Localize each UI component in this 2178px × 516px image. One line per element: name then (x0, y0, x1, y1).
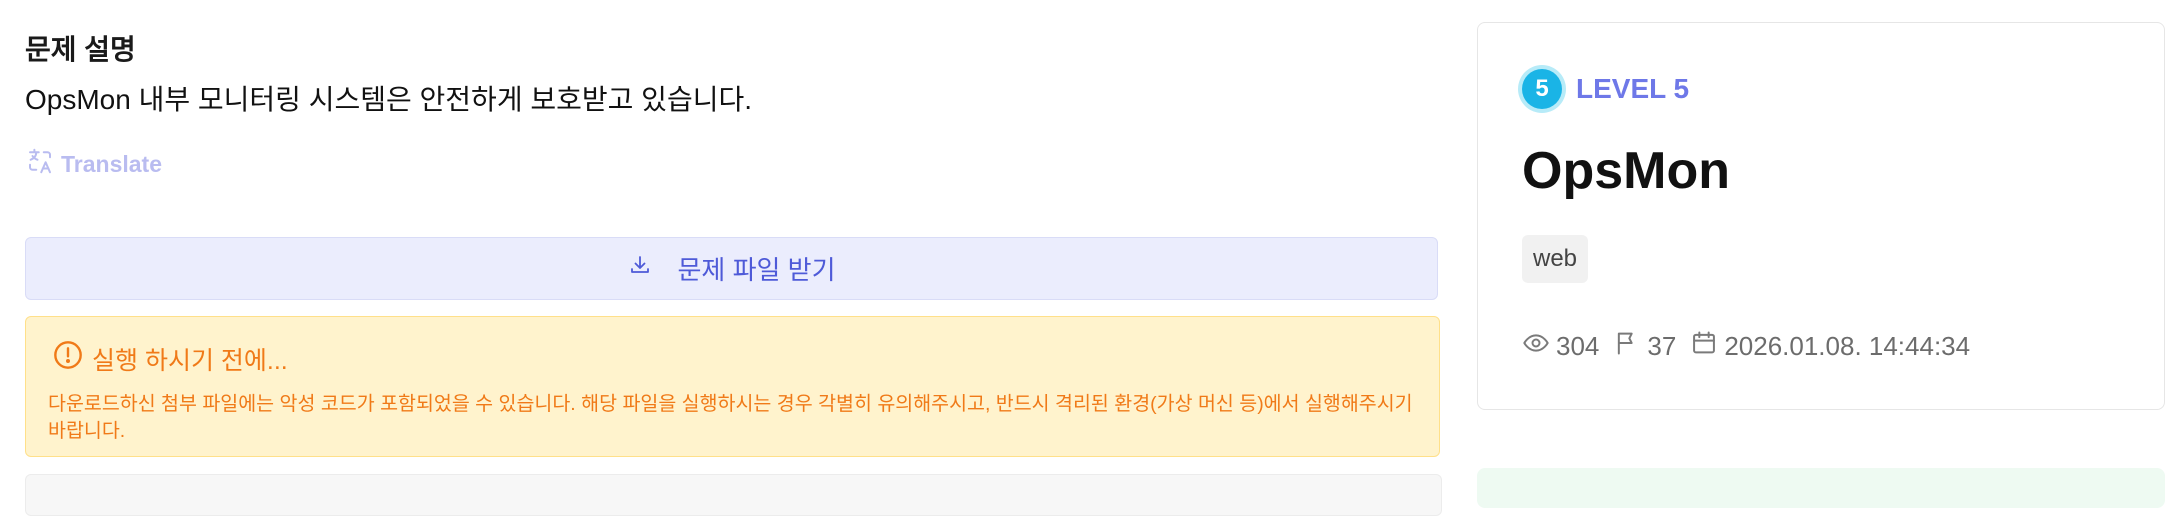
warning-title: 실행 하시기 전에... (92, 346, 288, 375)
flag-icon (1613, 329, 1641, 364)
challenge-meta: 304 37 2026.01.08. 14:44:34 (1522, 329, 1984, 364)
translate-icon (25, 146, 55, 182)
level-label: LEVEL 5 (1576, 73, 1690, 104)
section-title: 문제 설명 (25, 34, 136, 65)
date-stat: 2026.01.08. 14:44:34 (1690, 329, 1970, 364)
solves-count: 37 (1647, 331, 1677, 361)
alert-circle-icon (52, 339, 84, 378)
download-file-button[interactable]: 문제 파일 받기 (25, 237, 1438, 300)
created-date: 2026.01.08. 14:44:34 (1724, 331, 1971, 361)
translate-button[interactable]: Translate (25, 146, 162, 182)
download-icon (628, 253, 652, 284)
warning-title-row: 실행 하시기 전에... (52, 339, 288, 378)
solves-stat: 37 (1613, 329, 1676, 364)
challenge-info-card: 5 LEVEL 5 OpsMon web 304 37 2026.01.08. … (1477, 22, 2165, 410)
next-section-box (25, 474, 1442, 516)
level-row: 5 LEVEL 5 (1522, 69, 1689, 109)
level-badge: 5 (1522, 69, 1562, 109)
calendar-icon (1690, 329, 1718, 364)
download-label: 문제 파일 받기 (677, 255, 836, 285)
problem-description: OpsMon 내부 모니터링 시스템은 안전하게 보호받고 있습니다. (25, 84, 752, 115)
category-tag[interactable]: web (1522, 235, 1589, 283)
translate-label: Translate (61, 150, 162, 177)
warning-box: 실행 하시기 전에... 다운로드하신 첨부 파일에는 악성 코드가 포함되었을… (25, 316, 1440, 457)
eye-icon (1522, 329, 1550, 364)
challenge-title: OpsMon (1522, 142, 1730, 200)
views-stat: 304 (1522, 329, 1599, 364)
views-count: 304 (1556, 331, 1600, 361)
bottom-status-panel (1477, 468, 2165, 508)
warning-body: 다운로드하신 첨부 파일에는 악성 코드가 포함되었을 수 있습니다. 해당 파… (48, 393, 1413, 442)
